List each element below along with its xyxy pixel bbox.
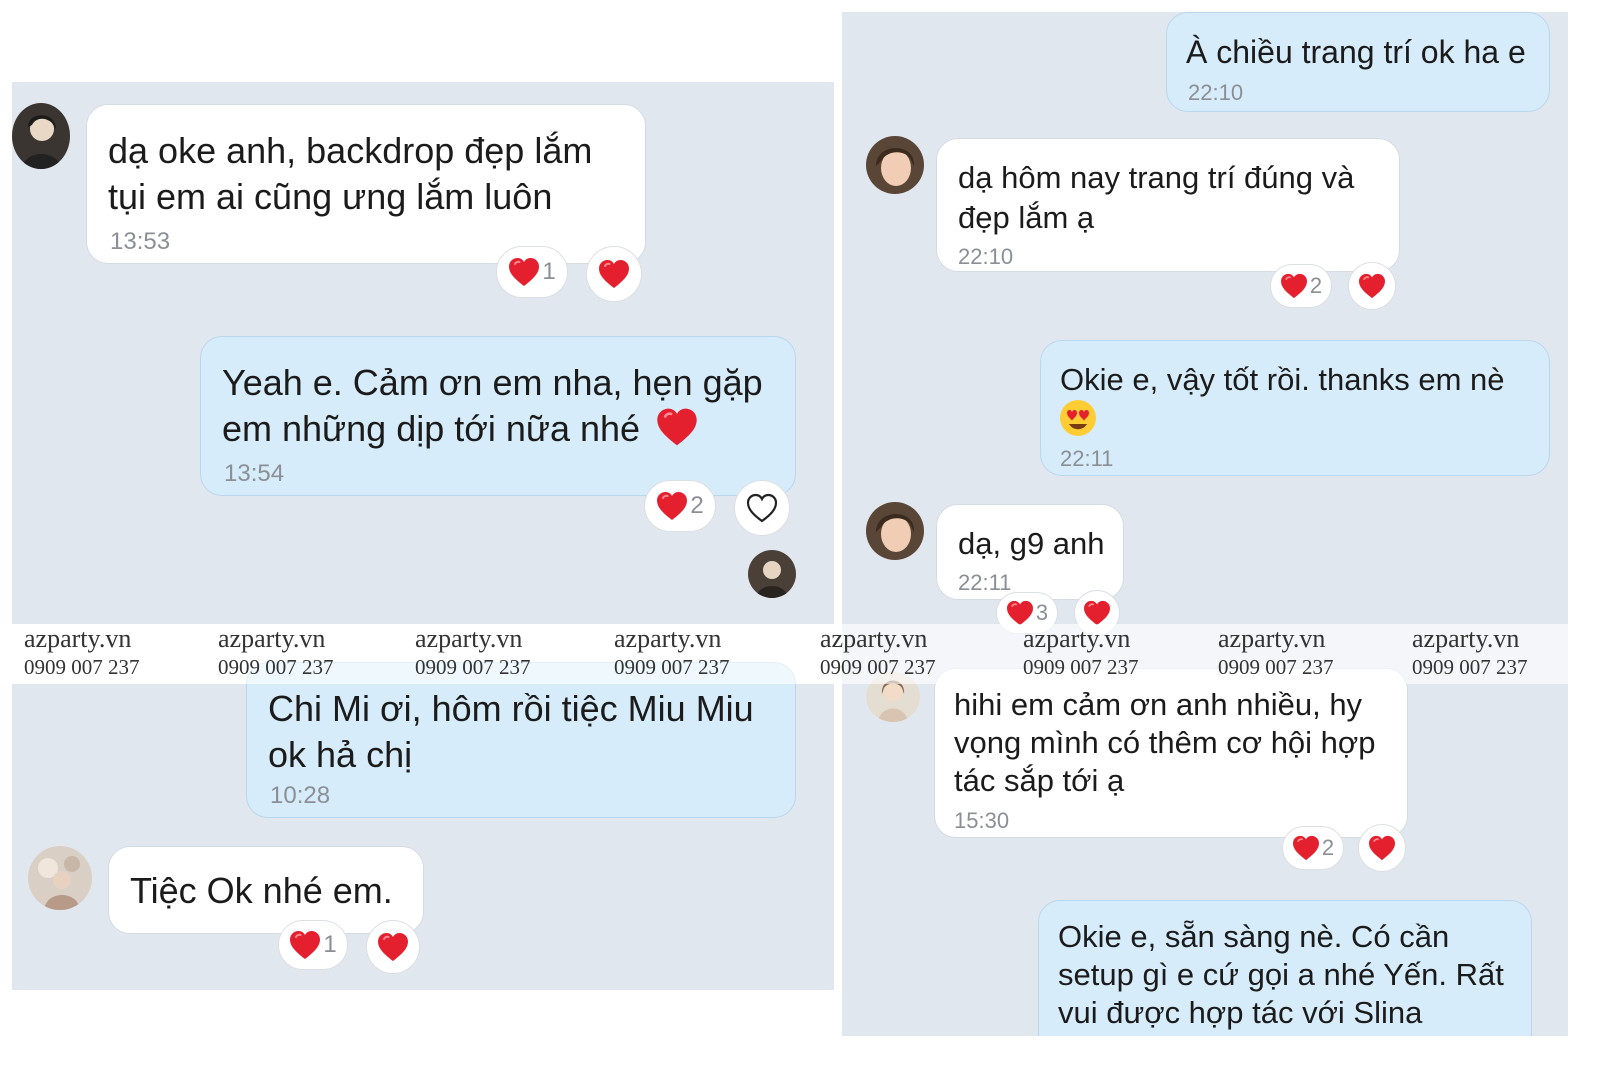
heart-icon <box>1280 273 1308 299</box>
watermark-site: azparty.vn <box>820 624 928 653</box>
reaction-count-badge[interactable]: 2 <box>644 480 716 532</box>
watermark-phone: 0909 007 237 <box>1412 655 1528 679</box>
reaction-count: 3 <box>1035 600 1049 625</box>
watermark-phone: 0909 007 237 <box>218 655 334 679</box>
reaction-count-badge[interactable]: 2 <box>1270 264 1332 308</box>
watermark-site: azparty.vn <box>24 624 132 653</box>
watermark: azparty.vn 0909 007 237 <box>218 624 334 680</box>
reaction-count-badge[interactable]: 2 <box>1282 826 1344 870</box>
watermark: azparty.vn 0909 007 237 <box>24 624 140 680</box>
watermark-site: azparty.vn <box>1218 624 1326 653</box>
reaction-count: 2 <box>1321 835 1335 860</box>
heart-icon <box>598 259 630 289</box>
react-heart-button[interactable] <box>586 246 642 302</box>
watermark-site: azparty.vn <box>1023 624 1131 653</box>
message-text: dạ, g9 anh <box>958 526 1105 561</box>
heart-eyes-emoji <box>1060 400 1096 436</box>
message-time: 22:11 <box>958 570 1012 595</box>
watermark-phone: 0909 007 237 <box>24 655 140 679</box>
watermark: azparty.vn 0909 007 237 <box>1023 624 1139 680</box>
heart-icon <box>1368 835 1396 861</box>
heart-icon <box>508 257 540 287</box>
message-text: hihi em cảm ơn anh nhiều, hy vọng mình c… <box>954 687 1376 798</box>
watermark-site: azparty.vn <box>614 624 722 653</box>
heart-icon <box>377 932 409 962</box>
react-heart-button[interactable] <box>734 480 790 536</box>
message-text: À chiều trang trí ok ha e <box>1186 34 1526 70</box>
message-text: Chi Mi ơi, hôm rồi tiệc Miu Miu ok hả ch… <box>268 688 754 775</box>
heart-icon <box>289 930 321 960</box>
bottom-crop <box>842 1036 1600 1067</box>
reaction-count-badge[interactable]: 1 <box>278 920 348 970</box>
message-text: Yeah e. Cảm ơn em nha, hẹn gặp em những … <box>222 360 782 452</box>
watermark-phone: 0909 007 237 <box>820 655 936 679</box>
message-time: 22:11 <box>1060 446 1114 471</box>
watermark-phone: 0909 007 237 <box>614 655 730 679</box>
avatar[interactable] <box>12 103 70 169</box>
watermark: azparty.vn 0909 007 237 <box>415 624 531 680</box>
heart-icon <box>656 491 688 521</box>
message-text: Okie e, vậy tốt rồi. thanks em nè <box>1060 362 1505 397</box>
message-text: Okie e, sẵn sàng nè. Có cần setup gì e c… <box>1058 919 1504 1030</box>
message-time: 15:30 <box>954 808 1010 833</box>
reaction-count: 1 <box>323 931 337 958</box>
message-time: 13:53 <box>110 228 171 255</box>
watermark-site: azparty.vn <box>415 624 523 653</box>
reaction-count: 2 <box>690 492 704 519</box>
message-time: 22:10 <box>958 244 1014 269</box>
watermark-phone: 0909 007 237 <box>1218 655 1334 679</box>
react-heart-button[interactable] <box>1348 262 1396 310</box>
avatar[interactable] <box>866 502 924 560</box>
heart-icon <box>656 407 698 447</box>
message-text: dạ oke anh, backdrop đẹp lắm tụi em ai c… <box>108 130 593 217</box>
avatar[interactable] <box>28 846 92 910</box>
message-time: 13:54 <box>224 460 285 487</box>
avatar[interactable] <box>748 550 796 598</box>
reaction-count: 2 <box>1309 273 1323 298</box>
heart-icon <box>1006 600 1034 626</box>
watermark-site: azparty.vn <box>1412 624 1520 653</box>
watermark-strip: azparty.vn 0909 007 237 azparty.vn 0909 … <box>0 624 1600 684</box>
heart-icon <box>1083 600 1111 626</box>
react-heart-button[interactable] <box>1358 824 1406 872</box>
avatar[interactable] <box>866 136 924 194</box>
watermark-site: azparty.vn <box>218 624 326 653</box>
watermark: azparty.vn 0909 007 237 <box>1218 624 1334 680</box>
watermark: azparty.vn 0909 007 237 <box>820 624 936 680</box>
watermark: azparty.vn 0909 007 237 <box>614 624 730 680</box>
react-heart-button[interactable] <box>366 920 420 974</box>
heart-icon <box>1292 835 1320 861</box>
message-text: dạ hôm nay trang trí đúng và đẹp lắm ạ <box>958 160 1355 235</box>
heart-icon <box>1358 273 1386 299</box>
message-time: 10:28 <box>270 782 331 809</box>
message-time: 22:10 <box>1188 80 1244 105</box>
watermark-phone: 0909 007 237 <box>415 655 531 679</box>
reaction-count-badge[interactable]: 1 <box>496 246 568 298</box>
heart-outline-icon <box>746 493 778 523</box>
message-text: Tiệc Ok nhé em. <box>130 870 393 911</box>
watermark: azparty.vn 0909 007 237 <box>1412 624 1528 680</box>
reaction-count: 1 <box>542 258 556 285</box>
watermark-phone: 0909 007 237 <box>1023 655 1139 679</box>
